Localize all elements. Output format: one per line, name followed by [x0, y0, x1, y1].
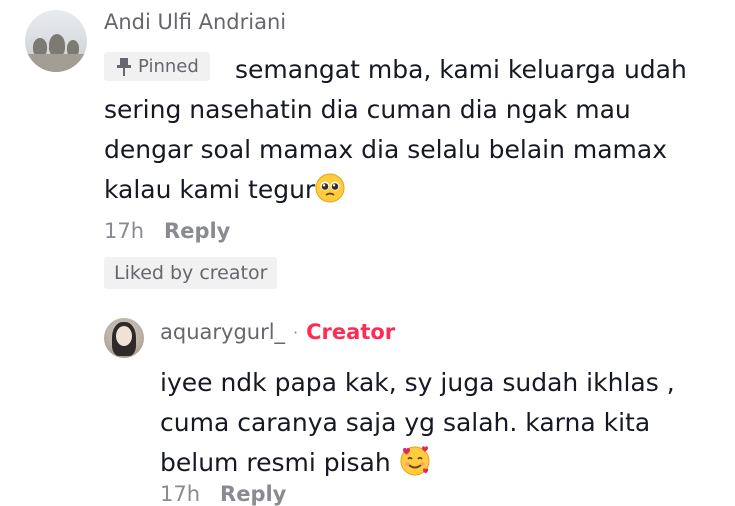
liked-by-creator-badge: Liked by creator [104, 257, 278, 289]
creator-badge: Creator [306, 320, 396, 344]
reply-button[interactable]: Reply [164, 219, 230, 243]
reply-time: 17h [160, 482, 201, 506]
reply-to-reply-button[interactable]: Reply [220, 482, 286, 506]
comment-meta: 17h Reply [104, 219, 230, 243]
pleading-face-emoji [315, 173, 345, 203]
comment-time: 17h [104, 219, 145, 243]
pinned-badge: Pinned [104, 52, 210, 81]
reply-header: aquarygurl_ · Creator [160, 320, 395, 344]
creator-username[interactable]: aquarygurl_ [160, 320, 285, 344]
reply-meta: 17h Reply [160, 482, 286, 506]
commenter-avatar[interactable] [25, 10, 87, 72]
separator-dot: · [293, 322, 299, 342]
commenter-username[interactable]: Andi Ulfi Andriani [104, 10, 286, 34]
pin-icon [116, 57, 132, 77]
creator-avatar[interactable] [104, 318, 144, 358]
pinned-label: Pinned [138, 56, 199, 77]
reply-body: iyee ndk papa kak, sy juga sudah ikhlas … [160, 368, 675, 477]
smiling-face-with-hearts-emoji [399, 444, 430, 476]
